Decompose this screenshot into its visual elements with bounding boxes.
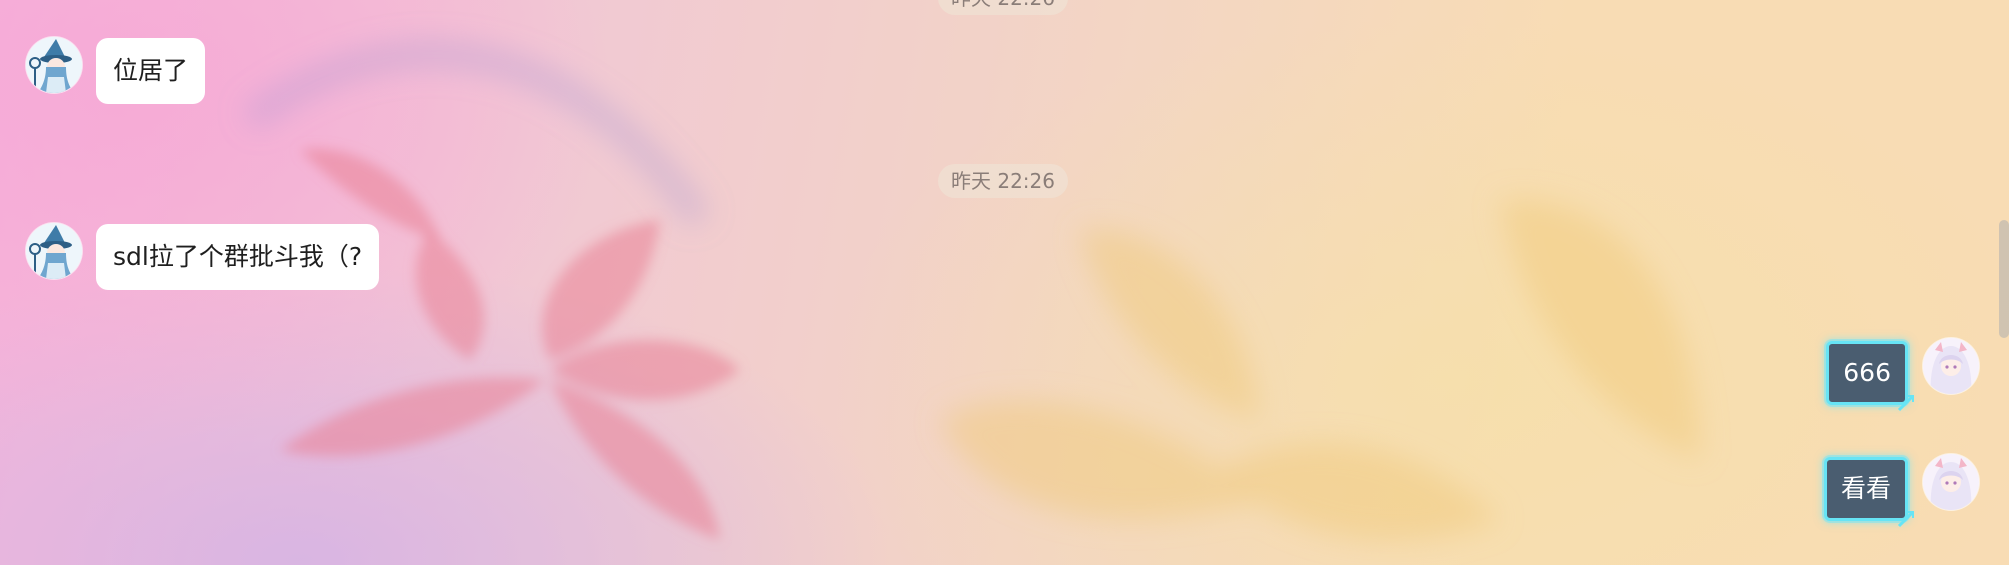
message-text: 666 xyxy=(1843,358,1891,387)
avatar[interactable] xyxy=(26,223,82,279)
scrollbar[interactable] xyxy=(1997,0,2009,565)
timestamp-text: 昨天 22:26 xyxy=(951,169,1055,193)
timestamp-text: 昨天 22:26 xyxy=(951,0,1055,10)
witch-girl-avatar-icon xyxy=(26,223,82,279)
bubble-corner-decoration-icon xyxy=(1897,394,1915,412)
message-text: 位居了 xyxy=(113,56,189,85)
message-bubble-self[interactable]: 666 xyxy=(1826,341,1915,412)
message-bubble[interactable]: 位居了 xyxy=(96,38,206,104)
scrollbar-thumb[interactable] xyxy=(1999,220,2009,338)
bubble-corner-decoration-icon xyxy=(1897,510,1915,528)
avatar[interactable] xyxy=(26,37,82,93)
timestamp-divider: 昨天 22:26 xyxy=(938,164,1068,198)
message-bubble[interactable]: sdl拉了个群批斗我（? xyxy=(96,224,380,290)
avatar-self[interactable] xyxy=(1923,338,1979,394)
white-hair-girl-avatar-icon xyxy=(1923,454,1979,510)
timestamp-divider-top: 昨天 22:26 xyxy=(938,0,1068,15)
message-text: 看看 xyxy=(1840,474,1891,503)
witch-girl-avatar-icon xyxy=(26,37,82,93)
chat-message-area[interactable]: 昨天 22:26 位居了 昨天 22:26 xyxy=(0,0,2009,565)
message-text: sdl拉了个群批斗我（? xyxy=(113,242,363,271)
white-hair-girl-avatar-icon xyxy=(1923,338,1979,394)
message-bubble-self[interactable]: 看看 xyxy=(1823,457,1915,528)
avatar-self[interactable] xyxy=(1923,454,1979,510)
